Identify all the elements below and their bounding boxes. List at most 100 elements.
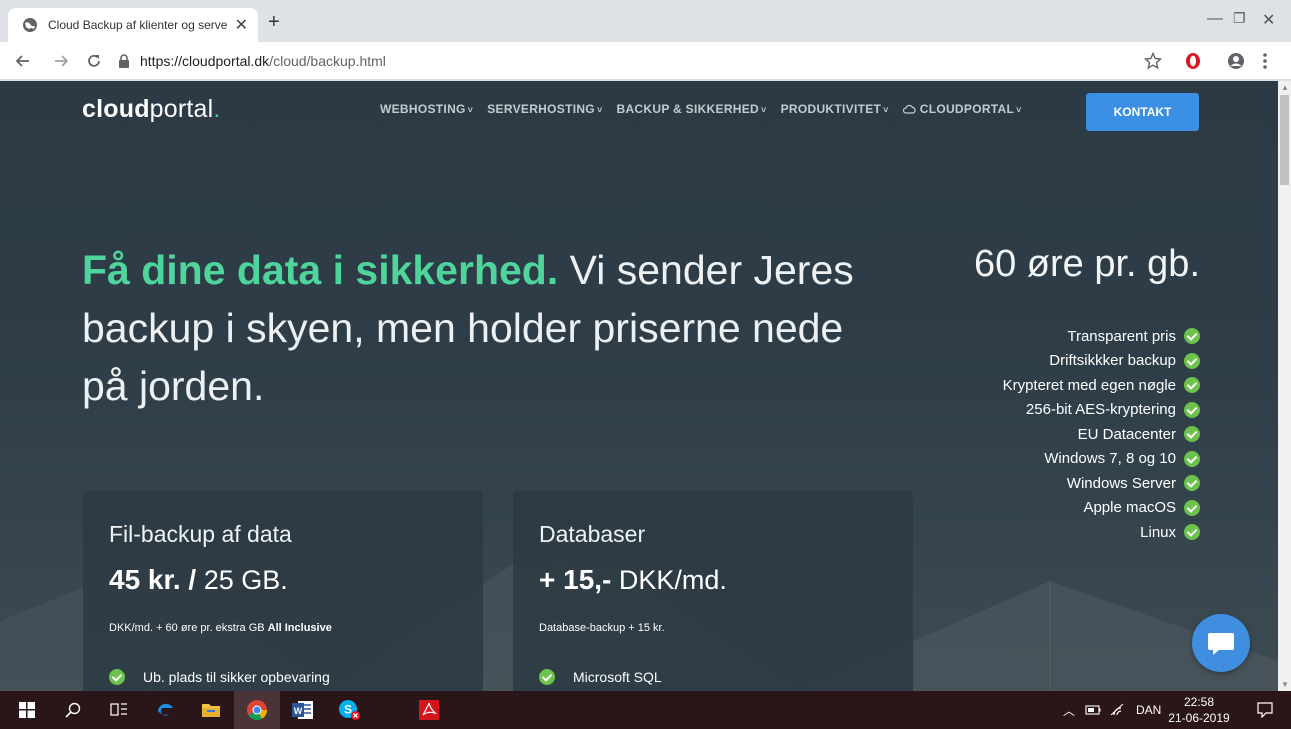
- hero-highlight: Få dine data i sikkerhed.: [82, 247, 559, 293]
- page-scrollbar[interactable]: ▲ ▼: [1278, 81, 1291, 691]
- address-bar[interactable]: https://cloudportal.dk/cloud/backup.html: [118, 48, 1178, 74]
- notification-icon: [1257, 702, 1273, 718]
- card-feature-label: Microsoft SQL: [573, 669, 662, 685]
- browser-toolbar: https://cloudportal.dk/cloud/backup.html: [0, 42, 1291, 80]
- chevron-down-icon: ˅: [596, 105, 603, 115]
- card-note: DKK/md. + 60 øre pr. ekstra GB All Inclu…: [109, 622, 332, 634]
- menu-icon[interactable]: [1262, 52, 1268, 70]
- search-icon: [65, 702, 81, 718]
- feature-label: 256-bit AES-kryptering: [1025, 401, 1176, 419]
- url-path: /cloud/backup.html: [269, 53, 386, 69]
- logo-bold-text: cloud: [82, 95, 150, 123]
- card-title: Fil-backup af data: [109, 521, 292, 547]
- nav-produktivitet[interactable]: PRODUKTIVITET ˅: [781, 102, 889, 116]
- check-icon: [1184, 328, 1200, 345]
- maximize-button[interactable]: ❐: [1233, 10, 1246, 27]
- card-price: 45 kr. / 25 GB.: [109, 564, 288, 596]
- taskbar-clock[interactable]: 22:58 21-06-2019: [1168, 694, 1230, 726]
- feature-item: Krypteret med egen nøgle: [1003, 373, 1200, 398]
- svg-text:W: W: [294, 706, 303, 716]
- card-note-text: DKK/md. + 60 øre pr. ekstra GB: [109, 622, 268, 634]
- check-icon: [539, 669, 555, 685]
- forward-icon[interactable]: [54, 54, 68, 68]
- nav-cloudportal[interactable]: CLOUDPORTAL ˅: [902, 102, 1022, 116]
- chevron-down-icon: ˅: [467, 105, 474, 115]
- chat-button[interactable]: [1192, 614, 1250, 672]
- task-view-button[interactable]: [96, 691, 142, 729]
- taskbar-acrobat[interactable]: [406, 691, 452, 729]
- check-icon: [1184, 475, 1200, 492]
- notifications-button[interactable]: [1245, 691, 1285, 729]
- pricing-card-file-backup[interactable]: Fil-backup af data 45 kr. / 25 GB. DKK/m…: [83, 491, 483, 691]
- feature-label: Windows 7, 8 og 10: [1044, 450, 1176, 468]
- account-icon[interactable]: [1227, 52, 1245, 70]
- wifi-icon[interactable]: [1110, 703, 1126, 717]
- url-domain: https://cloudportal.dk: [140, 53, 270, 69]
- card-price-bold: 45 kr. /: [109, 564, 197, 595]
- hero-headline: Få dine data i sikkerhed. Vi sender Jere…: [82, 241, 882, 415]
- skype-icon: S: [339, 700, 360, 720]
- feature-label: Windows Server: [1066, 474, 1176, 492]
- clock-date: 21-06-2019: [1168, 711, 1230, 725]
- web-page: cloudportal. WEBHOSTING ˅ SERVERHOSTING ˅ …: [0, 81, 1278, 691]
- card-price: + 15,- DKK/md.: [539, 564, 727, 596]
- nav-webhosting[interactable]: WEBHOSTING ˅: [380, 102, 473, 116]
- start-button[interactable]: [4, 691, 50, 729]
- scroll-down-icon[interactable]: ▼: [1281, 680, 1289, 689]
- word-icon: W: [292, 701, 313, 719]
- check-icon: [109, 669, 125, 685]
- tab-close-icon[interactable]: ✕: [235, 15, 248, 35]
- scroll-up-icon[interactable]: ▲: [1281, 83, 1289, 92]
- contact-button[interactable]: KONTAKT: [1086, 93, 1199, 131]
- site-logo[interactable]: cloudportal.: [82, 95, 221, 124]
- star-icon[interactable]: [1144, 52, 1162, 70]
- feature-item: Transparent pris: [1003, 324, 1200, 349]
- tab-title: Cloud Backup af klienter og serve: [48, 18, 228, 32]
- chevron-down-icon: ˅: [761, 105, 767, 115]
- feature-label: Transparent pris: [1067, 327, 1176, 345]
- chrome-icon: [247, 700, 268, 720]
- tray-expand-icon[interactable]: ︿: [1063, 702, 1075, 719]
- windows-logo-icon: [19, 702, 35, 718]
- task-view-icon: [110, 703, 127, 716]
- main-nav: WEBHOSTING ˅ SERVERHOSTING ˅ BACKUP & SIKK…: [380, 102, 1036, 116]
- language-indicator[interactable]: DAN: [1136, 703, 1161, 717]
- feature-label: Driftsikkker backup: [1049, 352, 1176, 370]
- taskbar-skype[interactable]: S: [326, 691, 372, 729]
- opera-icon[interactable]: [1184, 52, 1202, 70]
- card-note-text: Database-backup + 15 kr.: [539, 622, 665, 634]
- minimize-button[interactable]: —: [1207, 10, 1223, 28]
- feature-item: Driftsikkker backup: [1003, 349, 1200, 374]
- nav-backup-sikkerhed[interactable]: BACKUP & SIKKERHED ˅: [617, 102, 767, 116]
- taskbar-chrome[interactable]: [234, 691, 280, 729]
- taskbar-file-explorer[interactable]: [188, 691, 234, 729]
- reload-icon[interactable]: [86, 53, 102, 69]
- close-window-button[interactable]: ✕: [1262, 10, 1275, 30]
- globe-icon: [23, 18, 37, 32]
- taskbar-word[interactable]: W: [280, 691, 326, 729]
- system-tray: ︿ DAN: [1063, 691, 1161, 729]
- acrobat-icon: [419, 700, 439, 720]
- back-icon[interactable]: [16, 54, 30, 68]
- scrollbar-thumb[interactable]: [1280, 95, 1289, 185]
- card-note: Database-backup + 15 kr.: [539, 622, 665, 634]
- feature-item: Windows 7, 8 og 10: [1003, 447, 1200, 472]
- logo-light-text: portal: [149, 95, 214, 123]
- feature-label: Linux: [1140, 523, 1176, 541]
- card-price-rest: DKK/md.: [611, 565, 727, 595]
- pricing-card-databases[interactable]: Databaser + 15,- DKK/md. Database-backup…: [513, 491, 913, 691]
- card-note-bold: All Inclusive: [267, 622, 332, 634]
- nav-backup-label: BACKUP & SIKKERHED: [616, 102, 760, 116]
- search-button[interactable]: [50, 691, 96, 729]
- feature-label: EU Datacenter: [1077, 425, 1176, 443]
- battery-icon[interactable]: [1085, 704, 1101, 716]
- nav-serverhosting-label: SERVERHOSTING: [487, 102, 595, 116]
- taskbar-edge[interactable]: [142, 691, 188, 729]
- feature-label: Krypteret med egen nøgle: [1002, 376, 1176, 394]
- nav-serverhosting[interactable]: SERVERHOSTING ˅: [487, 102, 602, 116]
- card-feature-item: Ub. plads til sikker opbevaring: [109, 669, 330, 685]
- browser-tab[interactable]: Cloud Backup af klienter og serve ✕: [8, 8, 258, 42]
- nav-webhosting-label: WEBHOSTING: [380, 102, 466, 116]
- new-tab-button[interactable]: +: [268, 12, 280, 32]
- check-icon: [1184, 352, 1200, 369]
